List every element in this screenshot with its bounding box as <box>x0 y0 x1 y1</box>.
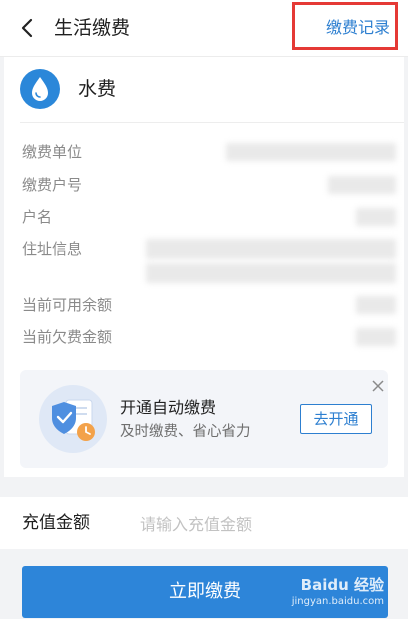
redacted-value <box>226 143 396 161</box>
watermark-brand: Baidu 经验 <box>300 576 384 594</box>
auto-pay-subtitle: 及时缴费、省心省力 <box>120 424 251 440</box>
enable-auto-pay-button[interactable]: 去开通 <box>300 404 372 434</box>
close-icon[interactable] <box>370 378 386 394</box>
recharge-amount-row: 充值金额 <box>0 497 408 549</box>
auto-pay-title: 开通自动缴费 <box>120 398 217 417</box>
recharge-amount-input[interactable] <box>138 507 392 541</box>
chevron-left-icon[interactable] <box>14 14 42 42</box>
redacted-value <box>356 328 396 346</box>
water-drop-icon <box>20 69 60 109</box>
watermark-url: jingyan.baidu.com <box>291 596 384 607</box>
recharge-amount-label: 充值金额 <box>22 513 90 533</box>
redacted-value <box>146 263 396 283</box>
auto-pay-banner: 开通自动缴费 及时缴费、省心省力 去开通 <box>20 370 388 468</box>
info-label-balance: 当前可用余额 <box>22 296 113 314</box>
bill-type-title: 水费 <box>78 78 117 100</box>
info-label-arrears: 当前欠费金额 <box>22 328 113 346</box>
info-label-address: 住址信息 <box>22 240 83 258</box>
page-title: 生活缴费 <box>54 17 131 39</box>
bill-card: 水费 缴费单位 缴费户号 户名 住址信息 当前可用余额 当前欠费金额 开通自动缴… <box>4 57 404 477</box>
divider <box>20 122 404 123</box>
info-label-unit: 缴费单位 <box>22 143 83 161</box>
redacted-value <box>356 208 396 226</box>
annotation-highlight-box <box>292 2 398 50</box>
redacted-value <box>328 176 396 194</box>
redacted-value <box>146 239 396 259</box>
info-label-account: 缴费户号 <box>22 176 83 194</box>
shield-document-clock-icon <box>39 385 107 453</box>
redacted-value <box>356 296 396 314</box>
info-label-name: 户名 <box>22 208 53 226</box>
baidu-jingyan-watermark: Baidu 经验 jingyan.baidu.com <box>264 574 384 614</box>
